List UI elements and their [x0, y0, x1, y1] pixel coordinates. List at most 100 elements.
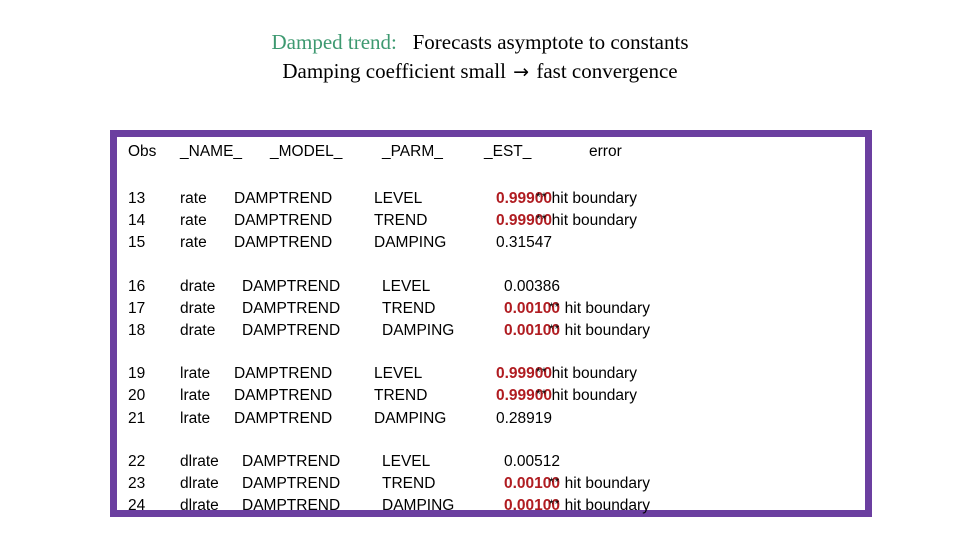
cell-obs: 15 [128, 234, 146, 252]
cell-est: 0.28919 [495, 409, 552, 427]
table-row: 14 rate DAMPTREND TREND 0.99900 ** hit bounda… [124, 212, 864, 234]
cell-name: drate [180, 321, 216, 339]
cell-obs: 14 [128, 212, 146, 230]
title-line-1: Damped trend: Forecasts asymptote to con… [0, 28, 960, 57]
cell-name: rate [180, 234, 207, 252]
cell-model: DAMPTREND [234, 234, 333, 252]
boundary-marker-icon: ** [536, 365, 548, 380]
cell-est: 0.00100 [503, 299, 560, 317]
cell-obs: 21 [128, 409, 146, 427]
cell-error-note: ** hit boundary [549, 299, 650, 317]
cell-model: DAMPTREND [234, 212, 333, 230]
cell-model: DAMPTREND [234, 190, 333, 207]
cell-name: dlrate [180, 452, 219, 470]
cell-model: DAMPTREND [234, 409, 333, 427]
cell-parm: TREND [374, 387, 428, 405]
title-line-1-rest: Forecasts asymptote to constants [412, 30, 689, 54]
table-row: 22 dlrate DAMPTREND LEVEL 0.00512 [124, 453, 864, 475]
table-row: 20 lrate DAMPTREND TREND 0.99900 ** hit bound… [124, 387, 864, 409]
cell-name: rate [180, 190, 207, 207]
table-row: 15 rate DAMPTREND DAMPING 0.31547 [124, 234, 864, 256]
cell-name: drate [180, 277, 216, 295]
cell-name: lrate [180, 365, 211, 383]
table-row: 19 lrate DAMPTREND LEVEL 0.99900 ** hit bound… [124, 365, 864, 387]
cell-parm: DAMPING [382, 321, 455, 339]
cell-parm: LEVEL [382, 452, 431, 470]
boundary-marker-icon: ** [549, 497, 561, 512]
cell-error-note: ** hit boundary [536, 212, 637, 230]
cell-obs: 22 [128, 452, 146, 470]
cell-obs: 24 [128, 497, 146, 515]
column-header-model: _MODEL_ [270, 143, 343, 160]
cell-error-note: ** hit boundary [536, 190, 637, 207]
cell-error-note: ** hit boundary [549, 474, 650, 492]
sas-listing: Obs _NAME_ _MODEL_ _PARM_ _EST_ error 13… [124, 143, 864, 519]
cell-name: dlrate [180, 497, 219, 515]
column-header-error: error [589, 143, 622, 160]
cell-parm: LEVEL [382, 277, 431, 295]
cell-parm: TREND [382, 474, 436, 492]
cell-parm: DAMPING [374, 234, 447, 252]
cell-error-note: ** hit boundary [536, 365, 637, 383]
boundary-marker-icon: ** [549, 474, 561, 489]
column-header-obs: Obs [128, 143, 157, 160]
block-gap [124, 432, 864, 453]
cell-est: 0.00100 [503, 497, 560, 515]
boundary-marker-icon: ** [549, 321, 561, 336]
cell-parm: DAMPING [382, 497, 455, 515]
column-header-parm: _PARM_ [382, 143, 443, 160]
cell-model: DAMPTREND [242, 452, 341, 470]
cell-est: 0.31547 [495, 234, 552, 252]
column-header-est: _EST_ [484, 143, 532, 160]
cell-model: DAMPTREND [234, 387, 333, 405]
cell-model: DAMPTREND [234, 365, 333, 383]
cell-error-note: ** hit boundary [549, 497, 650, 515]
cell-error-note: ** hit boundary [549, 321, 650, 339]
cell-parm: TREND [382, 299, 436, 317]
table-row: 18 drate DAMPTREND DAMPING 0.00100 ** hit bou… [124, 322, 864, 344]
block-gap [124, 257, 864, 278]
cell-parm: LEVEL [374, 190, 423, 207]
title-emphasis: Damped trend: [271, 30, 397, 54]
table-row: 21 lrate DAMPTREND DAMPING 0.28919 [124, 410, 864, 432]
cell-obs: 16 [128, 277, 146, 295]
cell-est: 0.00100 [503, 321, 560, 339]
cell-obs: 13 [128, 190, 146, 207]
table-row: 17 drate DAMPTREND TREND 0.00100 ** hit bound… [124, 300, 864, 322]
cell-name: dlrate [180, 474, 219, 492]
title-line-2-after: fast convergence [536, 59, 678, 83]
cell-model: DAMPTREND [242, 321, 341, 339]
cell-obs: 18 [128, 321, 146, 339]
column-header-name: _NAME_ [180, 143, 243, 160]
cell-name: drate [180, 299, 216, 317]
cell-obs: 17 [128, 299, 146, 317]
right-arrow-icon: → [513, 61, 530, 83]
cell-obs: 20 [128, 387, 146, 405]
cell-model: DAMPTREND [242, 497, 341, 515]
cell-obs: 19 [128, 365, 146, 383]
cell-parm: LEVEL [374, 365, 423, 383]
table-row: 23 dlrate DAMPTREND TREND 0.00100 ** hit boun… [124, 475, 864, 497]
cell-error-note: ** hit boundary [536, 387, 637, 405]
table-header-row: Obs _NAME_ _MODEL_ _PARM_ _EST_ error [124, 143, 864, 169]
block-gap [124, 344, 864, 365]
boundary-marker-icon: ** [536, 212, 548, 227]
cell-parm: DAMPING [374, 409, 447, 427]
table-row: 16 drate DAMPTREND LEVEL 0.00386 [124, 278, 864, 300]
cell-est: 0.00386 [503, 277, 560, 295]
table-row: 13 rate DAMPTREND LEVEL 0.99900 ** hit bounda… [124, 190, 864, 212]
table-body: 13 rate DAMPTREND LEVEL 0.99900 ** hit bounda… [124, 190, 864, 519]
title-line-2-before: Damping coefficient small [282, 59, 506, 83]
cell-est: 0.00512 [503, 452, 560, 470]
cell-obs: 23 [128, 474, 146, 492]
sas-output-panel: Obs _NAME_ _MODEL_ _PARM_ _EST_ error 13… [110, 130, 872, 517]
cell-name: rate [180, 212, 207, 230]
table-row: 24 dlrate DAMPTREND DAMPING 0.00100 ** hit bo… [124, 497, 864, 519]
title-line-2: Damping coefficient small → fast converg… [0, 57, 960, 87]
cell-parm: TREND [374, 212, 428, 230]
boundary-marker-icon: ** [536, 190, 548, 204]
cell-model: DAMPTREND [242, 474, 341, 492]
slide-title: Damped trend: Forecasts asymptote to con… [0, 28, 960, 87]
cell-model: DAMPTREND [242, 299, 341, 317]
cell-name: lrate [180, 387, 211, 405]
